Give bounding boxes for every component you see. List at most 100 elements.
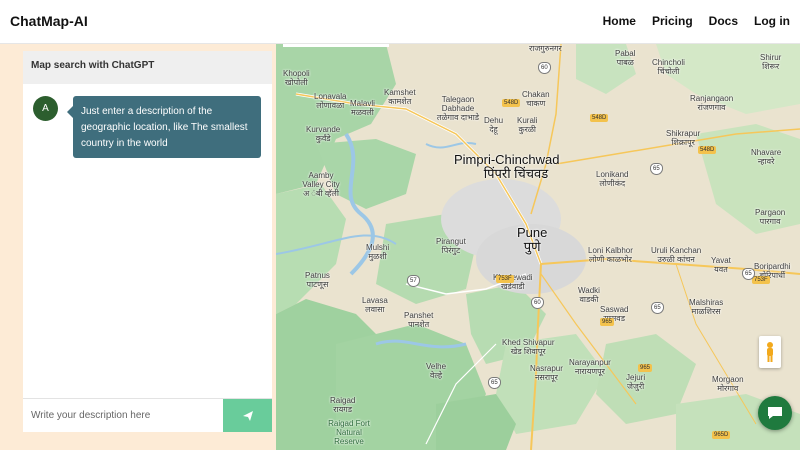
nav-pricing[interactable]: Pricing	[652, 14, 693, 28]
send-icon	[242, 410, 253, 421]
road-shield: 548D	[590, 114, 609, 122]
description-input[interactable]	[23, 399, 222, 432]
nav-docs[interactable]: Docs	[709, 14, 738, 28]
place-label-text: राजगुरुनगर	[529, 44, 562, 53]
place-label-text: रायगड	[333, 405, 353, 414]
place-label-text: खोपोली	[284, 78, 308, 87]
place-label: Pirangut पिरंगुट	[436, 237, 466, 255]
place-label: Wadki वाडकी	[578, 286, 600, 304]
place-label-text: Pirangut	[436, 237, 466, 246]
place-label: Nasrapur नसरापूर	[530, 364, 563, 382]
message-bubble: Just enter a description of the geograph…	[67, 96, 261, 158]
place-label-text: Ranjangaon	[690, 94, 734, 103]
place-label: Chakan चाकण	[522, 90, 550, 108]
map-view[interactable]: Pimpri-Chinchwad पिंपरी चिंचवड Pune पुणे…	[276, 44, 800, 450]
place-label-text: Dehu	[484, 116, 504, 125]
place-label-text: लोणावळा	[316, 101, 345, 110]
road-shield: 65	[742, 268, 755, 280]
place-label-text: अ ंबी व्हॅली	[303, 189, 339, 198]
top-navbar: ChatMap-AI Home Pricing Docs Log in	[0, 0, 800, 44]
place-label-text: मोरगाव	[717, 384, 739, 393]
place-label-text: Jejuri	[626, 373, 646, 382]
place-label: Raigad रायगड	[330, 396, 355, 414]
place-label: Aamby Valley City अ ंबी व्हॅली	[301, 171, 341, 198]
place-label-text: Panshet	[404, 311, 434, 320]
chat-panel: Map search with ChatGPT A Just enter a d…	[23, 51, 272, 432]
place-label-text: Pabal	[615, 49, 636, 58]
send-button[interactable]	[223, 399, 272, 432]
place-label: Kurvande कुर्वंडे	[306, 125, 340, 143]
place-label-text: Khed Shivapur	[502, 338, 555, 347]
place-label: Nhavare न्हावरे	[751, 148, 781, 166]
place-label: Raigad Fort Natural Reserve	[327, 419, 371, 446]
place-label: Morgaon मोरगाव	[712, 375, 744, 393]
place-label-text: न्हावरे	[757, 157, 775, 166]
city-name: Pimpri-Chinchwad	[454, 152, 560, 167]
road-shield: 60	[531, 297, 544, 309]
place-label-text: Kurvande	[306, 125, 341, 134]
road-shield: 57	[407, 275, 420, 287]
place-label-text: Loni Kalbhor	[588, 246, 633, 255]
road-shield: 965D	[712, 431, 731, 439]
place-label-text: Pargaon	[755, 208, 786, 217]
chat-bubble-icon	[768, 407, 782, 419]
place-label-text: Wadki	[578, 286, 600, 295]
place-label: Ranjangaon रांजणगाव	[690, 94, 733, 112]
place-label-text: यवत	[714, 265, 728, 274]
nav-login[interactable]: Log in	[754, 14, 790, 28]
place-label-text: Nasrapur	[530, 364, 563, 373]
brand-logo[interactable]: ChatMap-AI	[10, 13, 88, 29]
place-label: Pabal पाबळ	[615, 49, 635, 67]
place-label-text: तळेगाव दाभाडे	[436, 113, 480, 122]
nav-home[interactable]: Home	[603, 14, 636, 28]
city-label-pimpri-chinchwad[interactable]: Pimpri-Chinchwad पिंपरी चिंचवड	[454, 153, 559, 181]
place-label: Shirur शिरूर	[760, 53, 781, 71]
city-label-pune[interactable]: Pune पुणे	[517, 226, 547, 254]
place-label: Khopoli खोपोली	[283, 69, 310, 87]
place-label: Jejuri जेजुरी	[626, 373, 645, 391]
place-label-text: पिरंगुट	[441, 246, 461, 255]
place-label-text: Kurali	[517, 116, 538, 125]
place-label-text: जेजुरी	[626, 382, 645, 391]
place-label-text: पाटणूस	[306, 280, 329, 289]
place-label-text: Lonavala	[314, 92, 347, 101]
place-label-text: वाडकी	[579, 295, 599, 304]
place-label-text: देहू	[489, 125, 498, 134]
place-label-text: शिक्रापूर	[671, 138, 695, 147]
place-label-text: Shikrapur	[666, 129, 701, 138]
place-label-text: Narayanpur	[569, 358, 611, 367]
place-label: Chincholi चिंचोली	[652, 58, 685, 76]
place-label: Narayanpur नारायणपूर	[569, 358, 611, 376]
place-label-text: नारायणपूर	[574, 367, 605, 376]
place-label-text: कामशेत	[388, 97, 412, 106]
road-shield: 65	[650, 163, 663, 175]
place-label-text: शिरूर	[762, 62, 780, 71]
place-label: Malshiras माळशिरस	[689, 298, 723, 316]
place-label-text: Yavat	[711, 256, 731, 265]
place-label-text: Raigad	[330, 396, 356, 405]
place-label-text: पाबळ	[616, 58, 634, 67]
chat-input-row	[23, 398, 272, 432]
place-label: Panshet पानशेत	[404, 311, 433, 329]
place-label: Kamshet कामशेत	[384, 88, 416, 106]
place-label-text: मुळशी	[368, 252, 387, 261]
road-shield: 65	[651, 302, 664, 314]
place-label-text: खडेवाडी	[500, 282, 525, 291]
place-label-text: Lonikand	[596, 170, 629, 179]
place-label: Mulshi मुळशी	[366, 243, 389, 261]
place-label-text: Lavasa	[362, 296, 388, 305]
road-shield: 60	[538, 62, 551, 74]
place-label-text: नसरापूर	[534, 373, 558, 382]
chat-fab-button[interactable]	[758, 396, 792, 430]
place-label: Khed Shivapur खेड शिवापूर	[502, 338, 554, 356]
place-label: Patnus पाटणूस	[305, 271, 330, 289]
place-label-text: लवासा	[365, 305, 385, 314]
street-view-pegman[interactable]	[759, 336, 781, 368]
place-label-text: रांजणगाव	[697, 103, 726, 112]
place-label-text: Morgaon	[712, 375, 744, 384]
place-label-text: Chincholi	[652, 58, 685, 67]
city-name: Pune	[517, 225, 548, 240]
place-label-text: Khopoli	[283, 69, 310, 78]
place-label-text: पारगाव	[759, 217, 781, 226]
place-label: Yavat यवत	[711, 256, 731, 274]
